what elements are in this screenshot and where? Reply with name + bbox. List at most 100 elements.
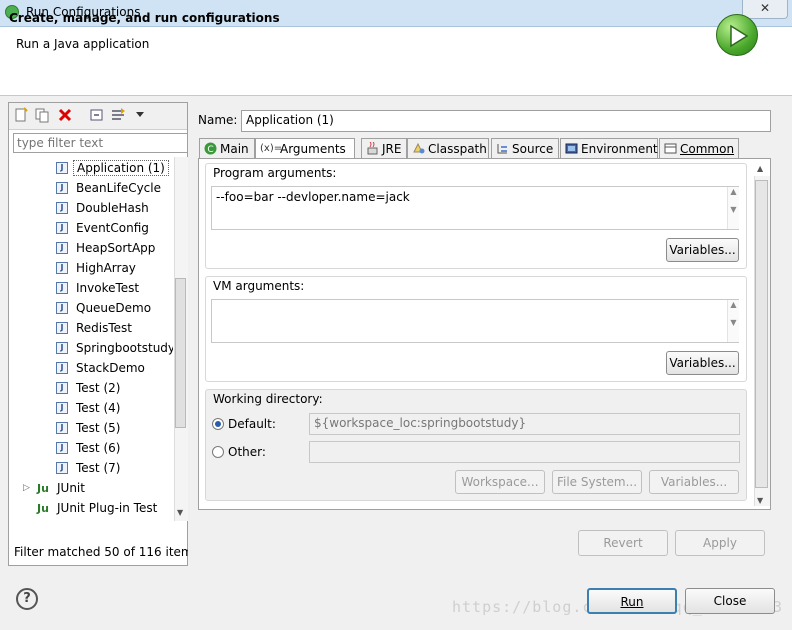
collapse-all-icon[interactable] — [89, 107, 105, 123]
name-label-text: Name: — [198, 113, 238, 127]
default-radio[interactable] — [212, 418, 224, 430]
vm-arguments-scrollbar[interactable]: ▲ ▼ — [727, 300, 739, 342]
tree-item[interactable]: Ju JUnit Plug-in Test — [23, 499, 157, 518]
filter-input[interactable] — [13, 133, 188, 153]
java-app-icon: J — [56, 442, 68, 454]
program-variables-button[interactable]: Variables... — [666, 238, 739, 262]
chevron-down-icon[interactable] — [135, 111, 145, 119]
java-app-icon: J — [56, 262, 68, 274]
working-directory-label: Working directory: — [213, 392, 323, 406]
vm-variables-button[interactable]: Variables... — [666, 351, 739, 375]
panel-scrollbar-thumb[interactable] — [755, 180, 768, 488]
tree-item[interactable]: J EventConfig — [56, 219, 149, 238]
delete-config-icon[interactable] — [57, 107, 73, 123]
java-app-icon: J — [56, 342, 68, 354]
tree-item[interactable]: J HighArray — [56, 259, 136, 278]
tree-item-label: Test (4) — [76, 401, 121, 415]
apply-button[interactable]: Apply — [675, 530, 765, 556]
panel-scroll-down-arrow-icon[interactable]: ▼ — [757, 496, 763, 505]
tab-environment[interactable]: Environment — [560, 138, 658, 158]
tree-item-label: DoubleHash — [76, 201, 149, 215]
help-icon[interactable]: ? — [16, 588, 38, 610]
run-logo-icon — [716, 14, 758, 56]
run-button[interactable]: Run — [587, 588, 677, 614]
tree-item[interactable]: J Test (4) — [56, 399, 120, 418]
window-close-button[interactable]: ✕ — [742, 0, 788, 19]
java-app-icon: J — [56, 242, 68, 254]
tree-item[interactable]: ▷ Ju JUnit — [23, 479, 85, 498]
tree-item-label: Test (6) — [76, 441, 121, 455]
expand-chevron-icon[interactable]: ▷ — [23, 479, 30, 498]
tree-item-label: Springbootstudy — [76, 341, 173, 355]
tab-source[interactable]: Source — [491, 138, 559, 158]
tree-item-label: HighArray — [76, 261, 136, 275]
tree-item[interactable]: J HeapSortApp — [56, 239, 155, 258]
close-button[interactable]: Close — [685, 588, 775, 614]
java-app-icon: J — [56, 302, 68, 314]
name-input[interactable]: Application (1) — [241, 110, 771, 132]
program-arguments-scrollbar[interactable]: ▲ ▼ — [727, 187, 739, 229]
tree-item[interactable]: J Springbootstudy — [56, 339, 173, 358]
tree-item-label: HeapSortApp — [76, 241, 156, 255]
tree-item-label: JUnit Plug-in Test — [57, 501, 158, 515]
tree-item[interactable]: J BeanLifeCycle — [56, 179, 161, 198]
tab-label: Classpath — [428, 142, 487, 156]
java-app-icon: J — [56, 402, 68, 414]
java-app-icon: J — [56, 222, 68, 234]
filter-configs-icon[interactable] — [111, 107, 127, 123]
junit-plugin-icon: Ju — [37, 502, 49, 515]
tab-classpath[interactable]: Classpath — [407, 138, 489, 158]
scroll-up-arrow-icon[interactable]: ▲ — [757, 164, 763, 173]
tree-item[interactable]: J DoubleHash — [56, 199, 149, 218]
new-config-icon[interactable] — [13, 107, 29, 123]
program-arguments-label: Program arguments: — [213, 166, 337, 180]
header-subtitle: Run a Java application — [16, 37, 150, 51]
tree-item[interactable]: J Application (1) — [56, 159, 169, 178]
tab-common[interactable]: Common — [659, 138, 739, 158]
tree-item-label: InvokeTest — [76, 281, 140, 295]
default-radio-label: Default: — [228, 417, 276, 431]
tab-label: Common — [680, 142, 735, 156]
tree-item[interactable]: J Test (2) — [56, 379, 120, 398]
java-app-icon: J — [56, 202, 68, 214]
tree-item-label: QueueDemo — [76, 301, 152, 315]
tree-item-label: Test (2) — [76, 381, 121, 395]
tree-item[interactable]: J QueueDemo — [56, 299, 151, 318]
vm-arguments-label: VM arguments: — [213, 279, 305, 293]
duplicate-config-icon[interactable] — [34, 107, 50, 123]
other-radio[interactable] — [212, 446, 224, 458]
tree-item[interactable]: J InvokeTest — [56, 279, 139, 298]
program-arguments-input[interactable]: --foo=bar --devloper.name=jack — [211, 186, 739, 230]
tab-label: Arguments — [280, 142, 346, 156]
file-system-button[interactable]: File System... — [552, 470, 642, 494]
tree-item[interactable]: J Test (6) — [56, 439, 120, 458]
scroll-down-arrow-icon[interactable]: ▼ — [177, 508, 183, 517]
environment-tab-icon — [565, 143, 578, 154]
java-app-icon: J — [56, 382, 68, 394]
tab-jre[interactable]: JRE — [361, 138, 407, 158]
vm-arguments-input[interactable] — [211, 299, 739, 343]
workspace-button[interactable]: Workspace... — [455, 470, 545, 494]
working-dir-variables-button[interactable]: Variables... — [649, 470, 739, 494]
java-app-icon: J — [56, 282, 68, 294]
classpath-tab-icon — [413, 142, 425, 154]
tree-item[interactable]: J StackDemo — [56, 359, 145, 378]
tab-label: Main — [220, 142, 249, 156]
filter-status: Filter matched 50 of 116 items — [14, 545, 188, 559]
jre-tab-icon — [367, 142, 378, 155]
tree-item[interactable]: J Test (7) — [56, 459, 120, 478]
java-app-icon: J — [56, 322, 68, 334]
revert-button[interactable]: Revert — [578, 530, 668, 556]
tree-item-label: Application (1) — [73, 160, 169, 176]
tree-item-label: Test (7) — [76, 461, 121, 475]
java-app-icon: J — [56, 362, 68, 374]
tree-scrollbar-thumb[interactable] — [175, 278, 186, 428]
tree-item[interactable]: J Test (5) — [56, 419, 120, 438]
tab-label: Source — [512, 142, 554, 156]
other-directory-field[interactable] — [309, 441, 740, 463]
tree-item[interactable]: J RedisTest — [56, 319, 132, 338]
tab-arguments[interactable]: (x)= Arguments — [255, 138, 355, 159]
tree-item-label: EventConfig — [76, 221, 149, 235]
tab-main[interactable]: C Main — [199, 138, 255, 158]
java-app-icon: J — [56, 462, 68, 474]
